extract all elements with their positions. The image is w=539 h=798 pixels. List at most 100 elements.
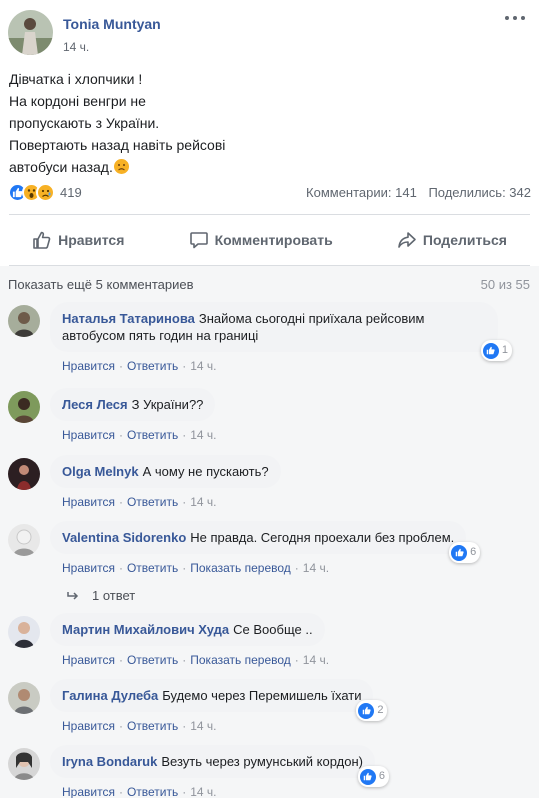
commenter-name[interactable]: Iryna Bondaruk — [62, 754, 157, 769]
comment-time[interactable]: 14 ч. — [190, 428, 216, 442]
comment-like-link[interactable]: Нравится — [62, 653, 115, 667]
comment-text: Будемо через Перемишель їхати — [162, 688, 362, 703]
commenter-name[interactable]: Olga Melnyk — [62, 464, 139, 479]
commenter-name[interactable]: Valentina Sidorenko — [62, 530, 186, 545]
comment-reply-link[interactable]: Ответить — [127, 561, 178, 575]
comment: Наталья Татаринова Знайома сьогодні приїх… — [8, 302, 512, 373]
post-header: Tonia Muntyan 14 ч. — [8, 10, 161, 55]
sad-face-emoji-icon — [113, 159, 129, 174]
comment-text: А чому не пускають? — [142, 464, 269, 479]
view-replies-link[interactable]: 1 ответ — [66, 588, 135, 603]
post-stats: 419 Комментарии: 141 Поделились: 342 — [8, 180, 531, 204]
comment-text: Не правда. Сегодня проехали без проблем. — [190, 530, 455, 545]
like-button[interactable]: Нравится — [32, 230, 124, 250]
comment-reply-link[interactable]: Ответить — [127, 428, 178, 442]
post-author-name[interactable]: Tonia Muntyan — [63, 16, 161, 32]
commenter-avatar[interactable] — [8, 458, 40, 490]
show-translation-link[interactable]: Показать перевод — [190, 561, 291, 575]
comment-text: Знайома сьогодні приїхала рейсовим — [198, 311, 425, 326]
reactions-summary[interactable]: 419 — [8, 182, 82, 202]
comment-time[interactable]: 14 ч. — [303, 653, 329, 667]
shares-stat[interactable]: Поделились: 342 — [428, 185, 531, 200]
comment-text: автобусом пять годин на границі — [62, 328, 259, 343]
comment: Галина Дулеба Будемо через Перемишель їха… — [8, 679, 388, 733]
more-options-icon[interactable] — [505, 14, 525, 22]
comment-bubble: Мартин Михайлович Худа Се Вообще .. — [50, 613, 325, 646]
reaction-count: 419 — [60, 184, 82, 200]
comment-likes-badge[interactable]: 6 — [357, 766, 389, 787]
comment: Леся Леся З України?? Нравится · Ответить · 1… — [8, 388, 217, 442]
comment-likes-count: 1 — [501, 344, 508, 356]
show-more-comments-link[interactable]: Показать ещё 5 комментариев — [8, 277, 194, 292]
commenter-name[interactable]: Леся Леся — [62, 397, 128, 412]
comment-icon — [189, 232, 208, 249]
comment-like-link[interactable]: Нравится — [62, 359, 115, 373]
comment-actions: Нравится · Ответить · 14 ч. — [62, 428, 217, 442]
comment-time[interactable]: 14 ч. — [190, 495, 216, 509]
reply-arrow-icon — [67, 591, 79, 600]
comments-stat[interactable]: Комментарии: 141 — [306, 185, 417, 200]
commenter-name[interactable]: Наталья Татаринова — [62, 311, 195, 326]
comment-like-link[interactable]: Нравится — [62, 785, 115, 798]
comment-actions: Нравится · Ответить · Показать перевод · 14 ч. — [62, 653, 330, 667]
comment-like-link[interactable]: Нравится — [62, 719, 115, 733]
comment-button[interactable]: Комментировать — [189, 230, 333, 250]
commenter-avatar[interactable] — [8, 391, 40, 423]
thumbs-up-icon — [33, 231, 51, 249]
comment-actions: Нравится · Ответить · Показать перевод · 14 ч. — [62, 561, 330, 575]
comment-likes-count: 6 — [470, 546, 477, 558]
comment-actions: Нравится · Ответить · 14 ч. — [62, 785, 217, 798]
commenter-avatar[interactable] — [8, 748, 40, 780]
comment-reply-link[interactable]: Ответить — [127, 495, 178, 509]
comment-likes-badge[interactable]: 1 — [480, 340, 512, 361]
comment-bubble: Iryna Bondaruk Везуть через румунський ко… — [50, 745, 389, 787]
comment-reply-link[interactable]: Ответить — [127, 359, 178, 373]
comment: Мартин Михайлович Худа Се Вообще .. Нрави… — [8, 613, 329, 667]
commenter-avatar[interactable] — [8, 682, 40, 714]
commenter-avatar[interactable] — [8, 524, 40, 556]
comment-bubble: Valentina Sidorenko Не правда. Сегодня пр… — [50, 521, 481, 563]
share-label: Поделиться — [422, 232, 507, 248]
comment-text: З України?? — [131, 397, 204, 412]
comment-text: Се Вообще .. — [233, 622, 313, 637]
comment-likes-badge[interactable]: 2 — [356, 700, 388, 721]
comment-time[interactable]: 14 ч. — [190, 719, 216, 733]
comment: Olga Melnyk А чому не пускають? Нравится ·… — [8, 455, 281, 509]
comment-actions: Нравится · Ответить · 14 ч. — [62, 359, 217, 373]
comment-like-link[interactable]: Нравится — [62, 495, 115, 509]
comment-time[interactable]: 14 ч. — [190, 359, 216, 373]
like-icon — [359, 768, 376, 785]
comment: Iryna Bondaruk Везуть через румунський ко… — [8, 745, 389, 798]
post-time[interactable]: 14 ч. — [63, 40, 161, 54]
share-button[interactable]: Поделиться — [397, 230, 507, 250]
comment-reply-link[interactable]: Ответить — [127, 653, 178, 667]
post-line-last: автобуси назад. — [9, 156, 329, 178]
post-line: На кордоні венгри не — [9, 93, 146, 109]
comment-like-link[interactable]: Нравится — [62, 561, 115, 575]
divider — [9, 214, 530, 215]
comment-actions: Нравится · Ответить · 14 ч. — [62, 495, 217, 509]
comment-bubble: Наталья Татаринова Знайома сьогодні приїх… — [50, 302, 512, 361]
share-icon — [398, 232, 416, 248]
commenter-avatar[interactable] — [8, 616, 40, 648]
comment-likes-badge[interactable]: 6 — [449, 542, 481, 563]
comment-time[interactable]: 14 ч. — [190, 785, 216, 798]
post-actions: Нравится Комментировать Поделиться — [0, 222, 539, 258]
comment-reply-link[interactable]: Ответить — [127, 785, 178, 798]
post-text: Дівчатка і хлопчики ! На кордоні венгри … — [9, 68, 329, 178]
comment-like-link[interactable]: Нравится — [62, 428, 115, 442]
comment-bubble: Галина Дулеба Будемо через Перемишель їха… — [50, 679, 388, 721]
commenter-avatar[interactable] — [8, 305, 40, 337]
show-translation-link[interactable]: Показать перевод — [190, 653, 291, 667]
comment-likes-count: 2 — [377, 704, 384, 716]
comment: Valentina Sidorenko Не правда. Сегодня пр… — [8, 521, 481, 575]
comment-reply-link[interactable]: Ответить — [127, 719, 178, 733]
comment-label: Комментировать — [214, 232, 333, 248]
author-avatar[interactable] — [8, 10, 53, 55]
like-icon — [358, 702, 375, 719]
like-label: Нравится — [58, 232, 125, 248]
commenter-name[interactable]: Галина Дулеба — [62, 688, 158, 703]
comment-time[interactable]: 14 ч. — [303, 561, 329, 575]
comment-likes-count: 6 — [378, 770, 385, 782]
commenter-name[interactable]: Мартин Михайлович Худа — [62, 622, 229, 637]
